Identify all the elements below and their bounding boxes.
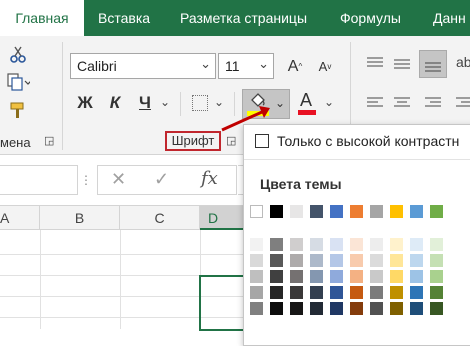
- annotation-arrow: [221, 106, 270, 132]
